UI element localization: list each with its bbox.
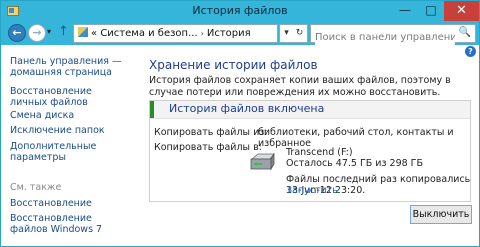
forward-button[interactable]: → [28, 24, 46, 42]
recent-pages-dropdown[interactable]: ▾ [47, 27, 51, 36]
status-header: История файлов включена [150, 101, 470, 119]
page-title: Хранение истории файлов [149, 58, 318, 72]
see-also-header: См. также [10, 182, 62, 193]
status-text: История файлов включена [169, 102, 325, 115]
close-button[interactable]: ✕ [444, 1, 479, 21]
external-drive-icon [250, 153, 275, 171]
drive-free-space: Осталось 47.5 ГБ из 298 ГБ [286, 158, 423, 169]
address-dropdown-icon[interactable]: ▾ [280, 25, 293, 42]
breadcrumb-item-security[interactable]: Система и безоп... [100, 28, 197, 39]
run-now-link[interactable]: Запустить [286, 185, 338, 196]
breadcrumb[interactable]: « Система и безоп...›История файлов [73, 24, 278, 56]
maximize-button[interactable]: □ [418, 1, 444, 21]
breadcrumb-overflow-chevron[interactable]: « [91, 28, 97, 39]
see-also-windows7-restore-link[interactable]: Восстановление файлов Windows 7 [10, 213, 120, 235]
page-description: История файлов сохраняет копии ваших фай… [149, 75, 451, 98]
sidebar: Панель управления — домашняя страница Во… [1, 45, 141, 246]
turn-off-button[interactable]: Выключить [410, 205, 472, 224]
control-panel-icon [78, 27, 88, 37]
breadcrumb-separator[interactable]: › [201, 29, 204, 38]
sidebar-item-restore-personal-files[interactable]: Восстановление личных файлов [10, 86, 128, 108]
sidebar-item-advanced-settings[interactable]: Дополнительные параметры [10, 141, 141, 163]
copy-from-value: библиотеки, рабочий стол, контакты и изб… [258, 127, 454, 149]
help-icon[interactable]: ? [465, 46, 476, 57]
search-box[interactable]: 🔍 [310, 24, 476, 45]
sidebar-item-change-drive[interactable]: Смена диска [10, 110, 74, 121]
copy-from-label: Копировать файлы из: [154, 127, 268, 138]
status-indicator-bar [150, 101, 154, 118]
search-input[interactable] [315, 30, 455, 45]
sidebar-item-exclude-folders[interactable]: Исключение папок [10, 125, 105, 136]
search-icon[interactable]: 🔍 [459, 27, 471, 38]
title-bar: История файлов — □ ✕ [1, 1, 479, 22]
file-history-window: История файлов — □ ✕ ← → ▾ ↑ « Система и… [0, 0, 480, 247]
see-also-recovery-link[interactable]: Восстановление [10, 198, 92, 209]
drive-name: Transcend (F:) [286, 147, 353, 158]
minimize-button[interactable]: — [392, 1, 418, 21]
back-button[interactable]: ← [8, 24, 26, 42]
address-bar-row: ← → ▾ ↑ « Система и безоп...›История фай… [1, 22, 479, 56]
copy-to-label: Копировать файлы в: [154, 142, 262, 153]
refresh-icon[interactable]: ↻ [293, 25, 306, 42]
up-level-button[interactable]: ↑ [58, 24, 69, 39]
sidebar-home-link[interactable]: Панель управления — домашняя страница [10, 56, 135, 78]
address-controls: ▾ ↻ [279, 24, 308, 43]
